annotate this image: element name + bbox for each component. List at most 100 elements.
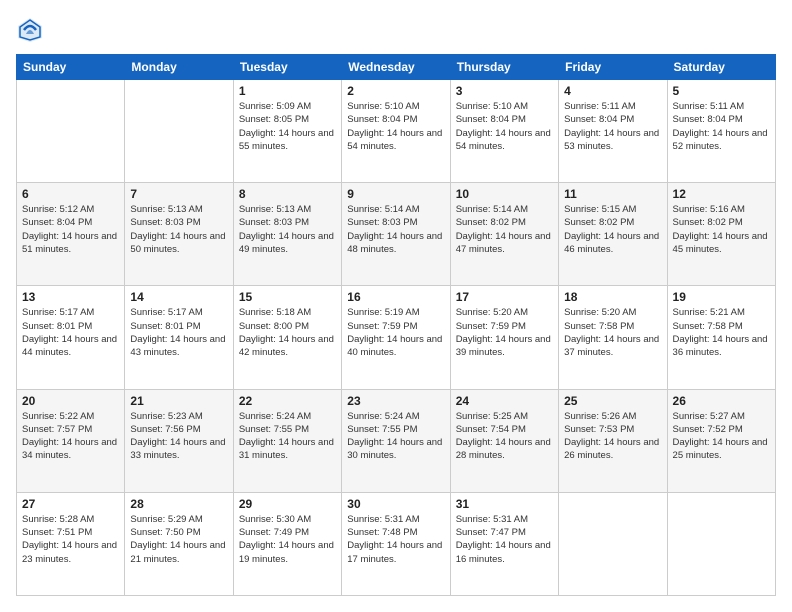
day-info: Sunrise: 5:24 AM Sunset: 7:55 PM Dayligh… bbox=[239, 410, 336, 463]
calendar-day-cell: 27Sunrise: 5:28 AM Sunset: 7:51 PM Dayli… bbox=[17, 492, 125, 595]
calendar-day-cell: 22 Sunrise: 5:24 AM Sunset: 7:55 PM Dayli… bbox=[233, 389, 341, 492]
day-number: 12 bbox=[673, 187, 770, 201]
day-info: Sunrise: 5:23 AM Sunset: 7:56 PM Dayligh… bbox=[130, 410, 227, 463]
calendar-day-cell bbox=[17, 80, 125, 183]
weekday-header: Saturday bbox=[667, 55, 775, 80]
weekday-header-row: SundayMondayTuesdayWednesdayThursdayFrid… bbox=[17, 55, 776, 80]
calendar-day-cell: 24Sunrise: 5:25 AM Sunset: 7:54 PM Dayli… bbox=[450, 389, 558, 492]
day-number: 22 bbox=[239, 394, 336, 408]
calendar-day-cell: 2Sunrise: 5:10 AM Sunset: 8:04 PM Daylig… bbox=[342, 80, 450, 183]
calendar-day-cell: 13 Sunrise: 5:17 AM Sunset: 8:01 PM Dayli… bbox=[17, 286, 125, 389]
day-info: Sunrise: 5:20 AM Sunset: 7:59 PM Dayligh… bbox=[456, 306, 553, 359]
day-number: 2 bbox=[347, 84, 444, 98]
calendar-day-cell: 21 Sunrise: 5:23 AM Sunset: 7:56 PM Dayli… bbox=[125, 389, 233, 492]
calendar-day-cell: 10 Sunrise: 5:14 AM Sunset: 8:02 PM Dayli… bbox=[450, 183, 558, 286]
day-info: Sunrise: 5:19 AM Sunset: 7:59 PM Dayligh… bbox=[347, 306, 444, 359]
calendar-day-cell: 5 Sunrise: 5:11 AM Sunset: 8:04 PM Daylig… bbox=[667, 80, 775, 183]
calendar-day-cell: 12 Sunrise: 5:16 AM Sunset: 8:02 PM Dayli… bbox=[667, 183, 775, 286]
calendar-day-cell bbox=[559, 492, 667, 595]
calendar-day-cell: 19 Sunrise: 5:21 AM Sunset: 7:58 PM Dayli… bbox=[667, 286, 775, 389]
day-number: 1 bbox=[239, 84, 336, 98]
day-number: 9 bbox=[347, 187, 444, 201]
day-number: 7 bbox=[130, 187, 227, 201]
day-number: 19 bbox=[673, 290, 770, 304]
logo-icon bbox=[16, 16, 44, 44]
calendar-day-cell: 3 Sunrise: 5:10 AM Sunset: 8:04 PM Daylig… bbox=[450, 80, 558, 183]
day-number: 18 bbox=[564, 290, 661, 304]
day-info: Sunrise: 5:11 AM Sunset: 8:04 PM Dayligh… bbox=[673, 100, 770, 153]
day-info: Sunrise: 5:13 AM Sunset: 8:03 PM Dayligh… bbox=[239, 203, 336, 256]
day-info: Sunrise: 5:20 AM Sunset: 7:58 PM Dayligh… bbox=[564, 306, 661, 359]
day-number: 13 bbox=[22, 290, 119, 304]
calendar-day-cell: 17 Sunrise: 5:20 AM Sunset: 7:59 PM Dayli… bbox=[450, 286, 558, 389]
day-info: Sunrise: 5:13 AM Sunset: 8:03 PM Dayligh… bbox=[130, 203, 227, 256]
day-info: Sunrise: 5:16 AM Sunset: 8:02 PM Dayligh… bbox=[673, 203, 770, 256]
calendar-day-cell: 7 Sunrise: 5:13 AM Sunset: 8:03 PM Daylig… bbox=[125, 183, 233, 286]
day-number: 5 bbox=[673, 84, 770, 98]
day-info: Sunrise: 5:21 AM Sunset: 7:58 PM Dayligh… bbox=[673, 306, 770, 359]
day-info: Sunrise: 5:14 AM Sunset: 8:02 PM Dayligh… bbox=[456, 203, 553, 256]
weekday-header: Sunday bbox=[17, 55, 125, 80]
day-number: 3 bbox=[456, 84, 553, 98]
day-info: Sunrise: 5:31 AM Sunset: 7:47 PM Dayligh… bbox=[456, 513, 553, 566]
logo bbox=[16, 16, 48, 44]
calendar-day-cell: 31 Sunrise: 5:31 AM Sunset: 7:47 PM Dayli… bbox=[450, 492, 558, 595]
day-number: 26 bbox=[673, 394, 770, 408]
day-number: 28 bbox=[130, 497, 227, 511]
day-number: 14 bbox=[130, 290, 227, 304]
day-info: Sunrise: 5:12 AM Sunset: 8:04 PM Dayligh… bbox=[22, 203, 119, 256]
header bbox=[16, 16, 776, 44]
day-info: Sunrise: 5:11 AM Sunset: 8:04 PM Dayligh… bbox=[564, 100, 661, 153]
weekday-header: Thursday bbox=[450, 55, 558, 80]
calendar-day-cell: 16 Sunrise: 5:19 AM Sunset: 7:59 PM Dayli… bbox=[342, 286, 450, 389]
day-info: Sunrise: 5:18 AM Sunset: 8:00 PM Dayligh… bbox=[239, 306, 336, 359]
weekday-header: Tuesday bbox=[233, 55, 341, 80]
day-number: 23 bbox=[347, 394, 444, 408]
day-number: 10 bbox=[456, 187, 553, 201]
day-number: 8 bbox=[239, 187, 336, 201]
calendar-day-cell: 30 Sunrise: 5:31 AM Sunset: 7:48 PM Dayli… bbox=[342, 492, 450, 595]
day-number: 20 bbox=[22, 394, 119, 408]
day-number: 4 bbox=[564, 84, 661, 98]
day-number: 27 bbox=[22, 497, 119, 511]
day-number: 15 bbox=[239, 290, 336, 304]
calendar-day-cell bbox=[125, 80, 233, 183]
calendar-day-cell: 1 Sunrise: 5:09 AM Sunset: 8:05 PM Daylig… bbox=[233, 80, 341, 183]
calendar-week-row: 20 Sunrise: 5:22 AM Sunset: 7:57 PM Dayli… bbox=[17, 389, 776, 492]
calendar-day-cell: 11 Sunrise: 5:15 AM Sunset: 8:02 PM Dayli… bbox=[559, 183, 667, 286]
day-info: Sunrise: 5:24 AM Sunset: 7:55 PM Dayligh… bbox=[347, 410, 444, 463]
day-info: Sunrise: 5:17 AM Sunset: 8:01 PM Dayligh… bbox=[22, 306, 119, 359]
calendar-day-cell bbox=[667, 492, 775, 595]
calendar-day-cell: 25 Sunrise: 5:26 AM Sunset: 7:53 PM Dayli… bbox=[559, 389, 667, 492]
calendar-day-cell: 23 Sunrise: 5:24 AM Sunset: 7:55 PM Dayli… bbox=[342, 389, 450, 492]
weekday-header: Friday bbox=[559, 55, 667, 80]
calendar-day-cell: 8 Sunrise: 5:13 AM Sunset: 8:03 PM Daylig… bbox=[233, 183, 341, 286]
calendar-day-cell: 15 Sunrise: 5:18 AM Sunset: 8:00 PM Dayli… bbox=[233, 286, 341, 389]
calendar-day-cell: 29Sunrise: 5:30 AM Sunset: 7:49 PM Dayli… bbox=[233, 492, 341, 595]
day-number: 25 bbox=[564, 394, 661, 408]
calendar-day-cell: 26Sunrise: 5:27 AM Sunset: 7:52 PM Dayli… bbox=[667, 389, 775, 492]
calendar-week-row: 13 Sunrise: 5:17 AM Sunset: 8:01 PM Dayli… bbox=[17, 286, 776, 389]
day-number: 31 bbox=[456, 497, 553, 511]
day-info: Sunrise: 5:14 AM Sunset: 8:03 PM Dayligh… bbox=[347, 203, 444, 256]
calendar-table: SundayMondayTuesdayWednesdayThursdayFrid… bbox=[16, 54, 776, 596]
calendar-day-cell: 28Sunrise: 5:29 AM Sunset: 7:50 PM Dayli… bbox=[125, 492, 233, 595]
day-info: Sunrise: 5:15 AM Sunset: 8:02 PM Dayligh… bbox=[564, 203, 661, 256]
day-number: 17 bbox=[456, 290, 553, 304]
day-number: 16 bbox=[347, 290, 444, 304]
day-info: Sunrise: 5:31 AM Sunset: 7:48 PM Dayligh… bbox=[347, 513, 444, 566]
day-number: 30 bbox=[347, 497, 444, 511]
weekday-header: Monday bbox=[125, 55, 233, 80]
day-info: Sunrise: 5:17 AM Sunset: 8:01 PM Dayligh… bbox=[130, 306, 227, 359]
calendar-week-row: 1 Sunrise: 5:09 AM Sunset: 8:05 PM Daylig… bbox=[17, 80, 776, 183]
day-info: Sunrise: 5:10 AM Sunset: 8:04 PM Dayligh… bbox=[456, 100, 553, 153]
calendar-day-cell: 4 Sunrise: 5:11 AM Sunset: 8:04 PM Daylig… bbox=[559, 80, 667, 183]
day-number: 21 bbox=[130, 394, 227, 408]
day-number: 24 bbox=[456, 394, 553, 408]
day-number: 11 bbox=[564, 187, 661, 201]
calendar-day-cell: 9 Sunrise: 5:14 AM Sunset: 8:03 PM Daylig… bbox=[342, 183, 450, 286]
calendar-week-row: 6Sunrise: 5:12 AM Sunset: 8:04 PM Daylig… bbox=[17, 183, 776, 286]
day-info: Sunrise: 5:09 AM Sunset: 8:05 PM Dayligh… bbox=[239, 100, 336, 153]
day-info: Sunrise: 5:26 AM Sunset: 7:53 PM Dayligh… bbox=[564, 410, 661, 463]
day-info: Sunrise: 5:22 AM Sunset: 7:57 PM Dayligh… bbox=[22, 410, 119, 463]
